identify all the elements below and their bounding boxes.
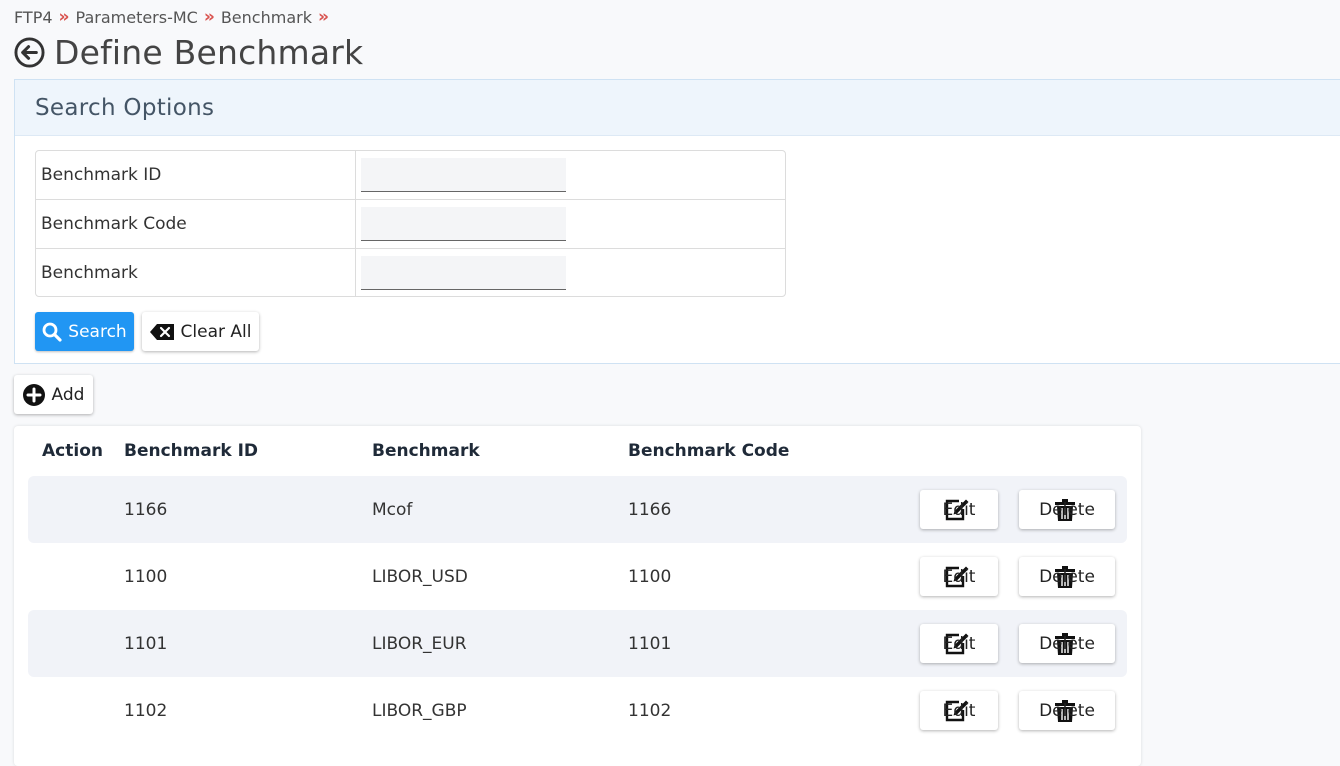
cell-benchmark: Mcof (372, 499, 413, 520)
breadcrumb-item-parameters-mc[interactable]: Parameters-MC (76, 8, 198, 27)
breadcrumb-separator: » (317, 7, 329, 27)
back-arrow-icon[interactable] (14, 37, 45, 68)
delete-button[interactable]: Delete (1019, 624, 1115, 663)
column-header-benchmark[interactable]: Benchmark (372, 441, 480, 461)
clear-all-button[interactable]: Clear All (142, 312, 259, 351)
edit-button-label: Edit (942, 566, 976, 587)
add-button-label: Add (51, 384, 85, 405)
page-title: Define Benchmark (54, 33, 364, 72)
cell-benchmark-id: 1100 (124, 566, 168, 587)
delete-button[interactable]: Delete (1019, 691, 1115, 730)
cell-benchmark-code: 1100 (628, 566, 672, 587)
column-header-action: Action (42, 441, 103, 461)
delete-button-label: Delete (1039, 633, 1095, 654)
column-header-benchmark-code[interactable]: Benchmark Code (628, 441, 789, 461)
breadcrumb-separator: » (58, 7, 70, 27)
form-row-benchmark-code: Benchmark Code (36, 200, 785, 249)
edit-button-label: Edit (942, 633, 976, 654)
benchmark-input[interactable] (361, 255, 566, 290)
benchmark-label: Benchmark (36, 249, 356, 296)
breadcrumb-separator: » (203, 7, 215, 27)
delete-button[interactable]: Delete (1019, 557, 1115, 596)
form-row-benchmark: Benchmark (36, 249, 785, 296)
table-row: 1100 LIBOR_USD 1100 Edit Delete (28, 543, 1127, 610)
form-row-benchmark-id: Benchmark ID (36, 151, 785, 200)
search-panel-title: Search Options (35, 94, 215, 121)
edit-button-label: Edit (942, 700, 976, 721)
delete-button[interactable]: Delete (1019, 490, 1115, 529)
table-row: 1101 LIBOR_EUR 1101 Edit Delete (28, 610, 1127, 677)
cell-benchmark: LIBOR_GBP (372, 700, 467, 721)
search-options-panel: Search Options Benchmark ID Benchmark Co… (14, 79, 1340, 364)
backspace-icon (149, 323, 174, 340)
edit-button-label: Edit (942, 499, 976, 520)
benchmark-code-input[interactable] (361, 207, 566, 241)
cell-benchmark-code: 1102 (628, 700, 672, 721)
table-row: 1102 LIBOR_GBP 1102 Edit Delete (28, 677, 1127, 744)
delete-button-label: Delete (1039, 499, 1095, 520)
cell-benchmark-code: 1166 (628, 499, 672, 520)
search-panel-header: Search Options (15, 80, 1340, 136)
cell-benchmark-id: 1166 (124, 499, 168, 520)
cell-benchmark: LIBOR_EUR (372, 633, 467, 654)
search-button[interactable]: Search (35, 312, 134, 351)
edit-button[interactable]: Edit (920, 624, 998, 663)
benchmark-id-label: Benchmark ID (36, 151, 356, 199)
cell-benchmark: LIBOR_USD (372, 566, 468, 587)
benchmark-id-input[interactable] (361, 158, 566, 192)
benchmark-code-label: Benchmark Code (36, 200, 356, 248)
breadcrumb-item-ftp4[interactable]: FTP4 (14, 8, 53, 27)
search-form: Benchmark ID Benchmark Code Benchmark (35, 150, 786, 297)
cell-benchmark-code: 1101 (628, 633, 672, 654)
column-header-benchmark-id[interactable]: Benchmark ID (124, 441, 258, 461)
cell-benchmark-id: 1102 (124, 700, 168, 721)
page-header: Define Benchmark (14, 33, 363, 72)
edit-button[interactable]: Edit (920, 490, 998, 529)
edit-button[interactable]: Edit (920, 691, 998, 730)
delete-button-label: Delete (1039, 700, 1095, 721)
add-button[interactable]: Add (14, 375, 93, 414)
table-header: Action Benchmark ID Benchmark Benchmark … (14, 426, 1141, 476)
benchmark-table: Action Benchmark ID Benchmark Benchmark … (14, 426, 1141, 766)
delete-button-label: Delete (1039, 566, 1095, 587)
search-button-label: Search (68, 321, 127, 342)
cell-benchmark-id: 1101 (124, 633, 168, 654)
breadcrumb: FTP4 » Parameters-MC » Benchmark » (14, 7, 335, 27)
clear-all-button-label: Clear All (180, 321, 252, 342)
breadcrumb-item-benchmark[interactable]: Benchmark (221, 8, 312, 27)
table-row: 1166 Mcof 1166 Edit Delete (28, 476, 1127, 543)
plus-circle-icon (22, 383, 45, 406)
search-icon (42, 322, 62, 342)
edit-button[interactable]: Edit (920, 557, 998, 596)
